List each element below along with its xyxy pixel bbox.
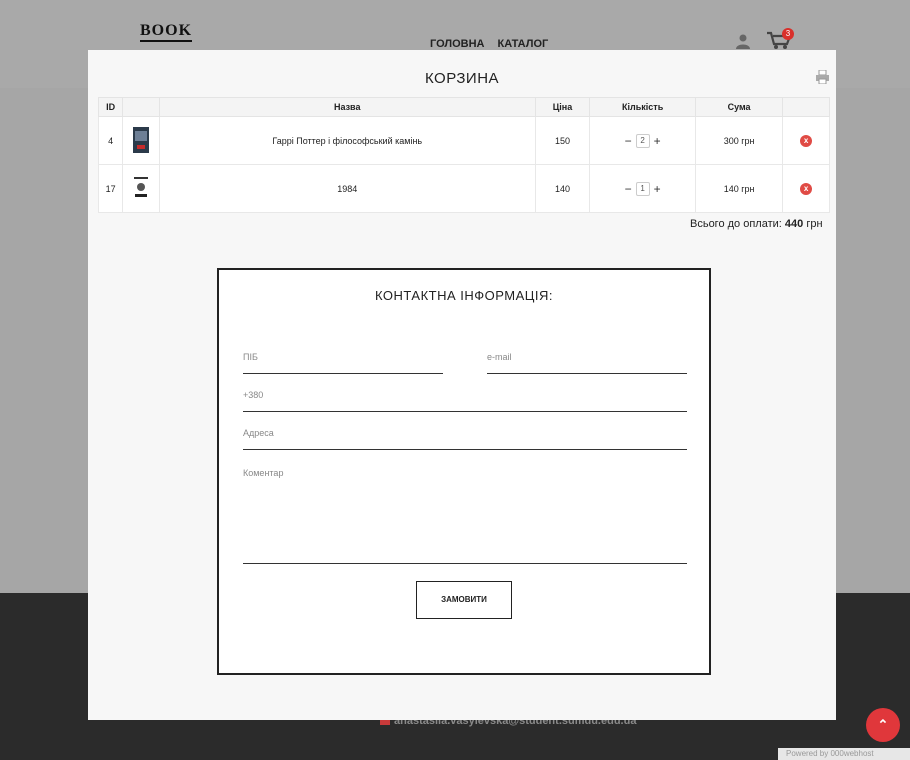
total-value: 440 — [784, 218, 804, 230]
row-qty: − 1 + — [589, 164, 696, 213]
row-delete-cell: x — [782, 164, 830, 213]
qty-minus-button[interactable]: − — [625, 182, 632, 196]
contact-form: КОНТАКТНА ІНФОРМАЦІЯ: ПІБ e-mail +380 Ад… — [217, 268, 711, 675]
scroll-top-button[interactable]: ⌃ — [866, 708, 900, 742]
name-placeholder: ПІБ — [243, 352, 258, 362]
order-button[interactable]: ЗАМОВИТИ — [416, 581, 512, 619]
order-total: Всього до оплати: 440 грн — [690, 218, 823, 230]
qty-minus-button[interactable]: − — [625, 134, 632, 148]
col-price: Ціна — [534, 97, 591, 117]
book-thumbnail[interactable] — [122, 164, 160, 213]
col-delete — [782, 97, 830, 117]
address-field[interactable]: Адреса — [243, 428, 687, 450]
total-currency: грн — [806, 218, 823, 230]
row-sum: 300 грн — [694, 116, 784, 165]
row-name: Гаррі Поттер і філософський камінь — [158, 116, 536, 165]
book-thumbnail[interactable] — [122, 116, 160, 165]
row-name: 1984 — [158, 164, 536, 213]
powered-by-badge[interactable]: Powered by 000webhost — [778, 748, 910, 760]
qty-plus-button[interactable]: + — [654, 134, 661, 148]
address-placeholder: Адреса — [243, 428, 274, 438]
row-id: 4 — [97, 116, 124, 165]
quantity-stepper: − 2 + — [625, 133, 661, 148]
name-field[interactable]: ПІБ — [243, 352, 443, 374]
row-sum: 140 грн — [694, 164, 784, 213]
table-row: 4 Гаррі Поттер і філософський камінь 150… — [97, 116, 830, 165]
nav-home[interactable]: ГОЛОВНА — [430, 38, 484, 50]
total-label: Всього до оплати: — [690, 218, 782, 230]
phone-placeholder: +380 — [243, 390, 264, 400]
cart-count-badge: 3 — [782, 28, 794, 40]
print-icon[interactable] — [816, 70, 829, 84]
qty-value[interactable]: 1 — [635, 181, 650, 196]
nav-catalog[interactable]: КАТАЛОГ — [498, 38, 549, 50]
modal-title: КОРЗИНА — [424, 70, 500, 87]
col-image — [122, 97, 160, 117]
row-qty: − 2 + — [589, 116, 696, 165]
cart-table: ID Назва Ціна Кількість Сума 4 Гаррі Пот… — [97, 97, 830, 213]
qty-plus-button[interactable]: + — [654, 182, 661, 196]
delete-button[interactable]: x — [800, 182, 813, 195]
row-price: 150 — [534, 116, 591, 165]
col-quantity: Кількість — [589, 97, 696, 117]
col-name: Назва — [158, 97, 536, 117]
row-price: 140 — [534, 164, 591, 213]
book-cover-image[interactable] — [133, 174, 150, 201]
comment-placeholder: Коментар — [243, 468, 284, 478]
qty-value[interactable]: 2 — [635, 133, 650, 148]
cart-modal: КОРЗИНА ID Назва Ціна Кількість Сума 4 Г… — [88, 50, 836, 720]
table-header-row: ID Назва Ціна Кількість Сума — [97, 97, 830, 117]
email-field[interactable]: e-mail — [487, 352, 687, 374]
email-placeholder: e-mail — [487, 352, 512, 362]
table-row: 17 1984 140 − 1 + 140 грн x — [97, 164, 830, 213]
user-icon[interactable] — [735, 33, 751, 49]
delete-button[interactable]: x — [800, 134, 813, 147]
site-logo[interactable]: BOOK — [140, 22, 193, 42]
form-title: КОНТАКТНА ІНФОРМАЦІЯ: — [374, 288, 554, 303]
book-cover-image[interactable] — [133, 126, 150, 153]
row-id: 17 — [97, 164, 124, 213]
row-delete-cell: x — [782, 116, 830, 165]
quantity-stepper: − 1 + — [625, 181, 661, 196]
comment-field[interactable]: Коментар — [243, 468, 687, 564]
col-id: ID — [97, 97, 124, 117]
phone-field[interactable]: +380 — [243, 390, 687, 412]
col-sum: Сума — [694, 97, 784, 117]
main-nav: ГОЛОВНА КАТАЛОГ — [430, 38, 558, 50]
